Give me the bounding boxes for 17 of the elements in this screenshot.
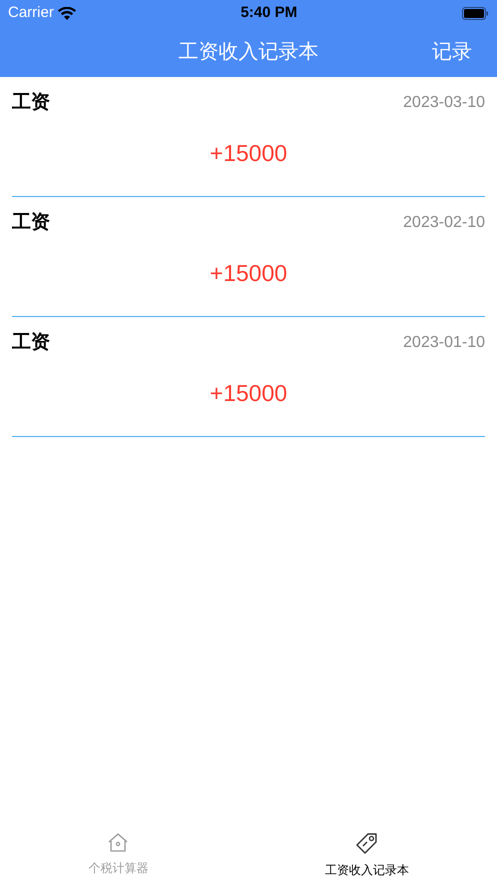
record-amount: +15000 xyxy=(210,258,288,288)
nav-title: 工资收入记录本 xyxy=(178,40,318,64)
record-amount: +15000 xyxy=(210,378,288,408)
record-button[interactable]: 记录 xyxy=(432,36,472,66)
record-date: 2023-01-10 xyxy=(403,333,485,354)
record-title: 工资 xyxy=(12,211,50,235)
record-date: 2023-02-10 xyxy=(403,213,485,234)
status-time: 5:40 PM xyxy=(240,2,298,23)
record-date: 2023-03-10 xyxy=(403,93,485,114)
record-title: 工资 xyxy=(12,91,50,115)
tab[interactable]: 个税计算器 xyxy=(0,823,236,883)
wifi-icon xyxy=(58,6,76,20)
record-title: 工资 xyxy=(12,331,50,355)
tab[interactable]: 工资收入记录本 xyxy=(236,823,497,883)
record-amount: +15000 xyxy=(210,138,288,168)
battery-icon xyxy=(462,6,489,20)
carrier-label: Carrier xyxy=(8,2,54,23)
